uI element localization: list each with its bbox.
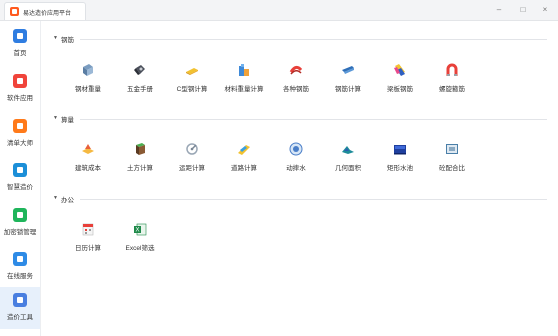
beam-slab-icon [392,62,408,78]
sidebar-item-label: 加密锁管理 [3,229,37,236]
section-title: 办公 [61,197,74,204]
tool-drainage[interactable]: 动摔水 [270,141,322,175]
tool-label: 螺旋箍筋 [439,86,465,93]
calendar-icon [80,221,96,237]
bill-master-icon [13,119,27,133]
tool-road-calc[interactable]: 道路计算 [218,141,270,175]
svg-text:X: X [135,228,139,234]
material-weight-icon [236,62,252,78]
tool-hardware-handbook[interactable]: 五金手册 [114,62,166,96]
tool-label: 建筑成本 [75,165,101,172]
tool-beam-slab[interactable]: 梁板钢筋 [374,62,426,96]
section-divider [80,199,547,200]
road-calc-icon [236,141,252,157]
tool-haul-distance[interactable]: 运距计算 [166,141,218,175]
tool-earthwork[interactable]: 土方计算 [114,141,166,175]
close-button[interactable]: × [538,4,552,16]
sidebar-item-cost-tools[interactable]: 造价工具 [0,287,40,329]
caret-down-icon: ▼ [53,115,58,121]
app-title: 易达造价应用平台 [23,11,72,17]
sidebar-item-smart-cost[interactable]: 智慧造价 [0,157,40,199]
geometry-area-icon [340,141,356,157]
earthwork-icon [132,141,148,157]
tool-material-weight[interactable]: 材料重量计算 [218,62,270,96]
tool-label: 矩形水池 [387,165,413,172]
tool-label: 砼配合比 [439,165,465,172]
tool-rect-pool[interactable]: 矩形水池 [374,141,426,175]
sidebar-item-dongle[interactable]: 加密锁管理 [0,202,40,244]
caret-down-icon: ▼ [53,195,58,201]
maximize-button[interactable]: □ [516,4,530,16]
software-apps-icon [13,74,27,88]
tool-c-steel[interactable]: C型钢计算 [166,62,218,96]
dongle-icon [13,208,27,222]
smart-cost-icon [13,163,27,177]
tool-label: 日历计算 [75,245,101,252]
tool-label: 钢筋计算 [335,86,361,93]
tool-excel-filter[interactable]: X Excel筛选 [114,221,166,255]
cost-tools-icon [13,293,27,307]
building-cost-icon [80,141,96,157]
tool-label: 五金手册 [127,86,153,93]
haul-distance-icon [184,141,200,157]
tool-rebar-types[interactable]: 各种钢筋 [270,62,322,96]
c-steel-icon [184,62,200,78]
tool-label: 几何面积 [335,165,361,172]
tool-label: 各种钢筋 [283,86,309,93]
sidebar-item-software[interactable]: 软件应用 [0,68,40,110]
section-title: 钢筋 [61,37,74,44]
tool-label: 动摔水 [286,165,306,172]
drainage-icon [288,141,304,157]
sidebar-item-label: 在线服务 [7,273,33,280]
sidebar-item-online-service[interactable]: 在线服务 [0,246,40,288]
sidebar-item-label: 造价工具 [7,314,33,321]
excel-filter-icon: X [132,221,148,237]
app-logo-icon [10,7,19,16]
title-bar: 易达造价应用平台 – □ × [0,0,558,21]
tool-calendar[interactable]: 日历计算 [62,221,114,255]
tool-rebar-calc[interactable]: 钢筋计算 [322,62,374,96]
sidebar-item-label: 软件应用 [7,95,33,102]
sidebar-item-label: 首页 [13,50,27,57]
tool-label: 土方计算 [127,165,153,172]
tool-steel-weight[interactable]: 钢材重量 [62,62,114,96]
spiral-stirrup-icon [444,62,460,78]
sidebar-item-label: 清单大师 [7,140,33,147]
section-title: 算量 [61,117,74,124]
tool-concrete-mix[interactable]: 砼配合比 [426,141,478,175]
tool-label: 运距计算 [179,165,205,172]
steel-beam-icon [80,62,96,78]
tool-spiral-stirrup[interactable]: 螺旋箍筋 [426,62,478,96]
caret-down-icon: ▼ [53,35,58,41]
rebar-calc-icon [340,62,356,78]
concrete-mix-icon [444,141,460,157]
tool-label: 材料重量计算 [224,86,264,93]
tool-label: 钢材重量 [75,86,101,93]
rect-pool-icon [392,141,408,157]
tool-label: Excel筛选 [125,245,155,252]
home-icon [13,29,27,43]
sidebar-item-home[interactable]: 首页 [0,23,40,65]
tool-label: 梁板钢筋 [387,86,413,93]
hardware-handbook-icon [132,62,148,78]
sidebar-item-bill-master[interactable]: 清单大师 [0,113,40,155]
sidebar-item-label: 智慧造价 [7,184,33,191]
tool-geometry-area[interactable]: 几何面积 [322,141,374,175]
rebar-types-icon [288,62,304,78]
tool-label: 道路计算 [231,165,257,172]
online-service-icon [13,252,27,266]
minimize-button[interactable]: – [492,4,506,16]
tool-label: C型钢计算 [176,86,208,93]
sidebar: 首页 软件应用 清单大师 智慧造价 加密锁管理 在线服务 造价工具 [0,21,41,336]
section-divider [80,119,547,120]
tool-building-cost[interactable]: 建筑成本 [62,141,114,175]
section-divider [80,39,547,40]
app-tab[interactable]: 易达造价应用平台 [4,2,86,20]
